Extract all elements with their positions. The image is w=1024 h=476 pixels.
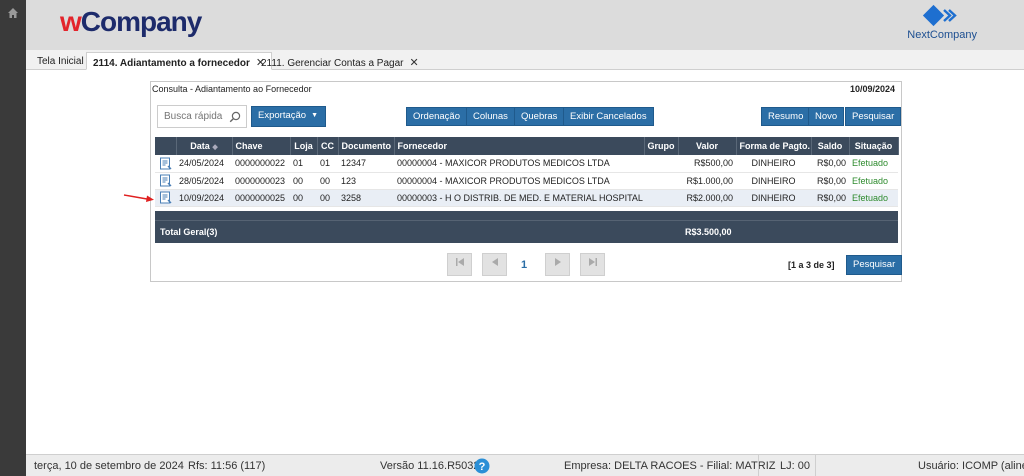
- resumo-button[interactable]: Resumo: [761, 107, 811, 126]
- adiantamento-grid: Data ◆ Chave Loja CC Documento Fornecedo…: [155, 137, 899, 207]
- last-page-icon: [588, 258, 597, 266]
- help-icon[interactable]: ?: [474, 458, 490, 474]
- next-page-icon: [554, 258, 561, 266]
- tab-tela-inicial[interactable]: Tela Inicial: [30, 52, 91, 70]
- status-divider: [758, 455, 759, 476]
- col-icon: [155, 137, 177, 155]
- colunas-button[interactable]: Colunas: [466, 107, 515, 126]
- quick-search-input[interactable]: [164, 111, 224, 122]
- consulta-panel: Consulta - Adiantamento ao Fornecedor 10…: [150, 81, 903, 282]
- tab-adiantamento-fornecedor[interactable]: 2114. Adiantamento a fornecedor ✕: [86, 52, 273, 70]
- close-icon[interactable]: ✕: [410, 57, 419, 69]
- col-forma-pagto[interactable]: Forma de Pagto.: [736, 137, 812, 155]
- tab-gerenciar-contas-pagar[interactable]: 2111. Gerenciar Contas a Pagar ✕: [254, 52, 426, 70]
- status-usuario: Usuário: ICOMP (aline): [918, 460, 1024, 472]
- tab-bar: Tela Inicial 2114. Adiantamento a fornec…: [26, 50, 1024, 70]
- quick-search: [157, 105, 247, 128]
- pesquisar-button[interactable]: Pesquisar: [845, 107, 902, 126]
- first-page-button[interactable]: [447, 253, 472, 276]
- status-date: terça, 10 de setembro de 2024: [34, 460, 184, 472]
- search-icon[interactable]: [229, 111, 241, 123]
- col-cc[interactable]: CC: [317, 137, 339, 155]
- exibir-cancelados-button[interactable]: Exibir Cancelados: [563, 107, 654, 126]
- grid-header-row: Data ◆ Chave Loja CC Documento Fornecedo…: [155, 137, 899, 155]
- quebras-button[interactable]: Quebras: [514, 107, 565, 126]
- table-row[interactable]: 24/05/2024 0000000022 01 01 12347 000000…: [155, 155, 898, 173]
- home-icon[interactable]: [7, 7, 19, 19]
- status-divider: [815, 455, 816, 476]
- app-header: wCompany NextCompany: [26, 0, 1024, 50]
- status-badge: Efetuado: [849, 155, 898, 173]
- left-sidebar: [0, 0, 26, 476]
- col-documento[interactable]: Documento: [338, 137, 395, 155]
- col-valor[interactable]: Valor: [678, 137, 737, 155]
- total-value: R$3.500,00: [685, 227, 732, 237]
- edit-document-icon[interactable]: [159, 191, 172, 204]
- status-badge: Efetuado: [849, 172, 898, 190]
- wcompany-logo: wCompany: [60, 6, 202, 37]
- pagination-info: [1 a 3 de 3]: [788, 260, 835, 270]
- caret-down-icon: ▼: [311, 112, 318, 119]
- status-badge: Efetuado: [849, 189, 898, 207]
- pesquisar-bottom-button[interactable]: Pesquisar: [846, 255, 903, 275]
- novo-button[interactable]: Novo: [808, 107, 845, 126]
- next-page-button[interactable]: [545, 253, 570, 276]
- red-arrow-icon: [123, 194, 154, 202]
- col-chave[interactable]: Chave: [232, 137, 291, 155]
- edit-document-icon[interactable]: [159, 174, 172, 187]
- svg-text:?: ?: [479, 461, 486, 473]
- col-loja[interactable]: Loja: [290, 137, 318, 155]
- panel-title: Consulta - Adiantamento ao Fornecedor: [152, 84, 312, 94]
- status-empresa: Empresa: DELTA RACOES - Filial: MATRIZ: [564, 460, 776, 472]
- first-page-icon: [455, 258, 464, 266]
- col-fornecedor[interactable]: Fornecedor: [394, 137, 645, 155]
- status-rfs: Rfs: 11:56 (117): [188, 460, 266, 472]
- prev-page-button[interactable]: [482, 253, 507, 276]
- sort-icon: ◆: [212, 144, 218, 151]
- total-bar: Total Geral(3) R$3.500,00: [155, 211, 898, 243]
- col-situacao[interactable]: Situação: [849, 137, 899, 155]
- status-bar: terça, 10 de setembro de 2024 Rfs: 11:56…: [26, 454, 1024, 476]
- status-loja: LJ: 00: [780, 460, 810, 472]
- status-versao: Versão 11.16.R5032: [380, 460, 480, 472]
- total-divider: [155, 220, 898, 221]
- panel-date: 10/09/2024: [849, 84, 895, 94]
- total-label: Total Geral(3): [160, 227, 218, 237]
- prev-page-icon: [491, 258, 498, 266]
- exportacao-button[interactable]: Exportação ▼: [251, 106, 326, 127]
- last-page-button[interactable]: [580, 253, 605, 276]
- col-data[interactable]: Data ◆: [176, 137, 233, 155]
- ordenacao-button[interactable]: Ordenação: [406, 107, 468, 126]
- edit-document-icon[interactable]: [159, 157, 172, 170]
- col-saldo[interactable]: Saldo: [811, 137, 850, 155]
- table-row[interactable]: 28/05/2024 0000000023 00 00 123 00000004…: [155, 172, 898, 190]
- current-page[interactable]: 1: [521, 259, 527, 271]
- table-row[interactable]: 10/09/2024 0000000025 00 00 3258 0000000…: [155, 189, 898, 207]
- brand-name: NextCompany: [907, 29, 977, 41]
- col-grupo[interactable]: Grupo: [644, 137, 679, 155]
